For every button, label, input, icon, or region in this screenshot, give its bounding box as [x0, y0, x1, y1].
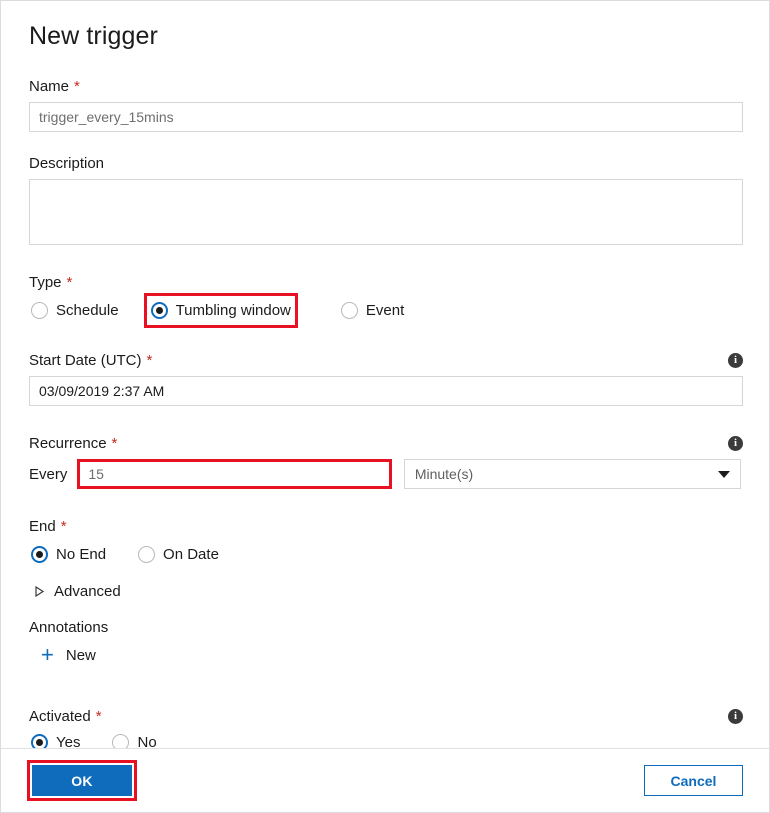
name-input[interactable]: [29, 102, 743, 132]
cancel-button[interactable]: Cancel: [644, 765, 743, 796]
name-required-asterisk: *: [74, 78, 80, 95]
activated-label: Activated *: [29, 707, 102, 726]
type-required-asterisk: *: [66, 274, 73, 291]
start-date-label-row: Start Date (UTC) * i: [29, 351, 743, 370]
chevron-down-icon: [718, 470, 730, 478]
type-field-group: Type * Schedule Tumbling window Event: [29, 273, 741, 328]
add-annotation-label: New: [65, 646, 96, 664]
radio-end-no-end-label: No End: [56, 546, 107, 563]
radio-activated-yes-label: Yes: [56, 734, 81, 749]
new-trigger-panel: New trigger Name * Description Type *: [0, 0, 770, 813]
recurrence-row: Every Minute(s): [29, 459, 741, 489]
end-required-asterisk: *: [60, 518, 67, 535]
recurrence-unit-value: Minute(s): [414, 466, 474, 482]
description-label-text: Description: [29, 155, 105, 172]
radio-type-event-label: Event: [365, 302, 405, 319]
radio-type-tumbling-window-label: Tumbling window: [175, 302, 291, 319]
radio-mark-icon: [340, 302, 358, 319]
radio-mark-icon: [31, 546, 48, 563]
type-radio-group: Schedule Tumbling window Event: [29, 293, 741, 328]
activated-radio-group: Yes No: [29, 730, 741, 749]
panel-body: New trigger Name * Description Type *: [1, 1, 769, 749]
end-label: End *: [29, 517, 741, 536]
radio-type-schedule[interactable]: Schedule: [29, 298, 121, 323]
name-field-group: Name *: [29, 77, 743, 132]
panel-footer: OK Cancel: [1, 748, 769, 812]
start-date-label: Start Date (UTC) *: [29, 351, 152, 370]
radio-type-event[interactable]: Event: [339, 298, 406, 323]
radio-mark-icon: [31, 302, 48, 319]
radio-activated-no[interactable]: No: [110, 730, 158, 749]
start-date-field-group: Start Date (UTC) * i: [29, 351, 743, 406]
activated-required-asterisk: *: [95, 708, 102, 725]
recurrence-required-asterisk: *: [111, 435, 118, 452]
radio-mark-icon: [150, 302, 168, 319]
name-label: Name *: [29, 77, 741, 96]
radio-type-tumbling-window[interactable]: Tumbling window: [143, 293, 298, 328]
name-label-text: Name: [29, 78, 70, 95]
recurrence-field-group: Recurrence * i Every Minute(s): [29, 434, 743, 489]
add-annotation-button[interactable]: + New: [41, 642, 741, 667]
advanced-toggle[interactable]: Advanced: [35, 583, 741, 600]
every-label: Every: [29, 465, 68, 483]
advanced-label: Advanced: [54, 583, 121, 600]
end-radio-group: No End On Date: [29, 542, 741, 567]
info-icon[interactable]: i: [728, 436, 743, 451]
activated-label-text: Activated: [29, 708, 91, 725]
annotations-field-group: Annotations + New: [29, 618, 741, 667]
description-field-group: Description: [29, 154, 743, 245]
description-textarea[interactable]: [29, 179, 743, 245]
radio-mark-icon: [138, 546, 156, 563]
radio-activated-no-label: No: [137, 734, 157, 749]
ok-button[interactable]: OK: [32, 765, 132, 796]
radio-end-on-date-label: On Date: [163, 546, 219, 563]
radio-activated-yes[interactable]: Yes: [29, 730, 82, 749]
type-label: Type *: [29, 273, 741, 292]
radio-type-schedule-label: Schedule: [56, 302, 119, 319]
activated-label-row: Activated * i: [29, 707, 743, 726]
recurrence-interval-input[interactable]: [77, 459, 392, 489]
activated-field-group: Activated * i Yes No: [29, 707, 743, 749]
recurrence-unit-select[interactable]: Minute(s): [403, 459, 741, 489]
start-date-required-asterisk: *: [146, 352, 153, 369]
annotations-label-text: Annotations: [29, 619, 109, 636]
info-icon[interactable]: i: [728, 709, 743, 724]
ok-button-highlight: OK: [27, 760, 137, 801]
page-title: New trigger: [29, 22, 158, 50]
end-label-text: End: [29, 518, 56, 535]
end-field-group: End * No End On Date: [29, 517, 741, 567]
recurrence-label-row: Recurrence * i: [29, 434, 743, 453]
recurrence-label: Recurrence *: [29, 434, 117, 453]
info-icon[interactable]: i: [728, 353, 743, 368]
radio-mark-icon: [112, 734, 130, 749]
plus-icon: +: [41, 642, 54, 667]
radio-end-on-date[interactable]: On Date: [136, 542, 221, 567]
type-label-text: Type: [29, 274, 62, 291]
annotations-label: Annotations: [29, 618, 741, 637]
start-date-input[interactable]: [29, 376, 743, 406]
description-label: Description: [29, 154, 741, 173]
recurrence-label-text: Recurrence: [29, 435, 107, 452]
radio-end-no-end[interactable]: No End: [29, 542, 108, 567]
chevron-right-icon: [35, 586, 44, 597]
radio-mark-icon: [31, 734, 48, 749]
start-date-label-text: Start Date (UTC): [29, 352, 142, 369]
